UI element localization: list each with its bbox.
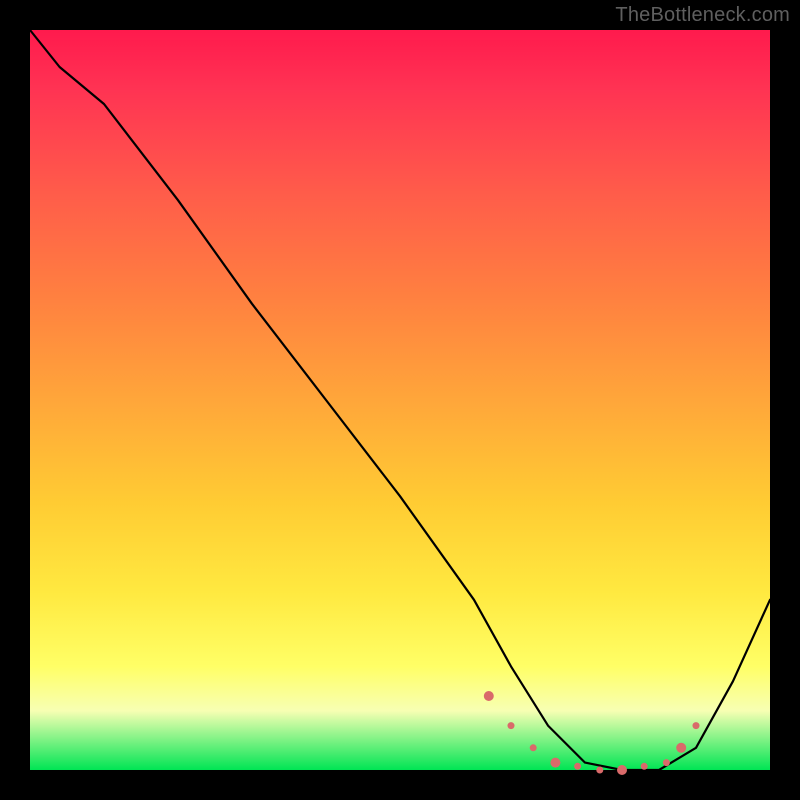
plot-area: [30, 30, 770, 770]
marker-dot: [596, 767, 603, 774]
marker-dot: [617, 765, 627, 775]
highlight-dots: [484, 691, 700, 775]
marker-dot: [663, 759, 670, 766]
marker-dot: [676, 743, 686, 753]
watermark-text: TheBottleneck.com: [615, 4, 790, 27]
marker-dot: [508, 722, 515, 729]
bottleneck-curve: [30, 30, 770, 770]
marker-dot: [550, 758, 560, 768]
marker-dot: [693, 722, 700, 729]
curve-layer: [30, 30, 770, 770]
marker-dot: [641, 763, 648, 770]
marker-dot: [484, 691, 494, 701]
chart-frame: TheBottleneck.com: [0, 0, 800, 800]
marker-dot: [574, 763, 581, 770]
marker-dot: [530, 744, 537, 751]
